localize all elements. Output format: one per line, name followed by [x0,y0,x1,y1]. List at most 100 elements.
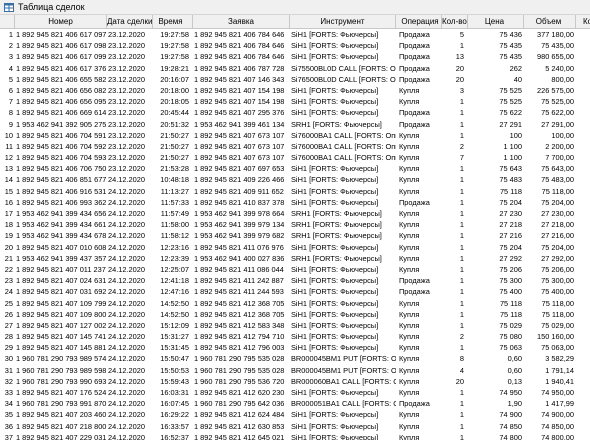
table-row[interactable]: 25 1 892 945 821 407 109 799 24.12.2020 14:… [0,298,590,309]
volume-cell: 75 118,00 [541,298,574,308]
trade-date-cell: 24.12.2020 [108,365,145,375]
table-row[interactable]: 13 1 892 945 821 406 706 750 23.12.2020 21:… [0,163,590,174]
trade-number-cell: 1 892 945 821 407 145 741 [16,332,107,342]
table-row[interactable]: 28 1 892 945 821 407 145 741 24.12.2020 15:… [0,331,590,342]
volume-cell: 74 900,00 [541,410,574,420]
order-number-cell: 1 953 462 941 399 979 682 [194,231,285,241]
trade-date-cell: 24.12.2020 [108,186,145,196]
trades-table-body: 11 892 945 821 406 617 097 23.12.2020 19:2… [0,29,590,440]
row-index: 27 [4,320,13,330]
column-header-quantity[interactable]: Кол-во [442,15,468,28]
table-row[interactable]: 21 892 945 821 406 617 098 23.12.2020 19:2… [0,40,590,51]
column-header-order[interactable]: Заявка [193,15,290,28]
table-row[interactable]: 15 1 892 945 821 406 916 531 24.12.2020 11:… [0,186,590,197]
column-header-index[interactable] [0,15,15,28]
trade-time-cell: 21:50:27 [160,130,189,140]
row-index: 24 [4,287,13,297]
table-row[interactable]: 32 1 960 781 290 793 990 693 24.12.2020 15:… [0,376,590,387]
table-row[interactable]: 71 892 945 821 406 656 095 23.12.2020 20:1… [0,96,590,107]
instrument-cell: SiH1 [FORTS: Фьючерсы] [291,309,379,319]
instrument-cell: SiH1 [FORTS: Фьючерсы] [291,41,379,51]
order-number-cell: 1 953 462 941 400 027 836 [194,253,285,263]
quantity-cell: 20 [455,376,464,386]
table-row[interactable]: 30 1 960 781 290 793 989 574 24.12.2020 15:… [0,353,590,364]
column-header-time[interactable]: Время [153,15,193,28]
table-row[interactable]: 31 1 960 781 290 793 989 598 24.12.2020 15:… [0,365,590,376]
trade-time-cell: 19:28:21 [160,63,189,73]
table-row[interactable]: 41 892 945 821 406 617 376 23.12.2020 19:2… [0,63,590,74]
column-header-operation[interactable]: Операция [396,15,442,28]
table-row[interactable]: 12 1 892 945 821 406 704 593 23.12.2020 21:… [0,152,590,163]
order-number-cell: 1 892 945 821 406 787 728 [194,63,285,73]
price-cell: 27 216 [499,231,522,241]
volume-cell: 5 240,00 [545,63,574,73]
table-row[interactable]: 24 1 892 945 821 407 031 692 24.12.2020 12:… [0,286,590,297]
price-cell: 75 118 [499,186,522,196]
table-row[interactable]: 18 1 953 462 941 399 434 661 24.12.2020 11:… [0,219,590,230]
trade-time-cell: 15:31:27 [160,332,189,342]
trade-time-cell: 10:48:18 [160,175,189,185]
table-row[interactable]: 19 1 953 462 941 399 434 678 24.12.2020 11:… [0,230,590,241]
table-row[interactable]: 26 1 892 945 821 407 109 800 24.12.2020 14:… [0,309,590,320]
trade-time-cell: 19:27:58 [160,41,189,51]
trade-time-cell: 11:13:27 [160,186,189,196]
quantity-cell: 1 [459,164,464,174]
table-row[interactable]: 21 1 953 462 941 399 437 357 24.12.2020 12:… [0,253,590,264]
operation-cell: Купля [399,209,420,218]
quantity-cell: 1 [459,231,464,241]
table-row[interactable]: 35 1 892 945 821 407 203 460 24.12.2020 16:… [0,409,590,420]
instrument-cell: SiH1 [FORTS: Фьючерсы] [291,287,379,297]
trade-date-cell: 24.12.2020 [108,421,145,431]
order-number-cell: 1 892 945 821 411 242 887 [194,276,284,286]
table-row[interactable]: 31 892 945 821 406 617 099 23.12.2020 19:2… [0,51,590,62]
price-cell: 1,90 [507,399,522,409]
quantity-cell: 1 [459,108,464,118]
table-row[interactable]: 11 1 892 945 821 406 704 592 23.12.2020 21:… [0,141,590,152]
trade-time-cell: 15:12:09 [160,320,189,330]
row-index: 16 [4,197,13,207]
column-header-date[interactable]: Дата сделки [107,15,153,28]
table-row[interactable]: 61 892 945 821 406 656 082 23.12.2020 20:1… [0,85,590,96]
table-row[interactable]: 23 1 892 945 821 407 024 631 24.12.2020 12:… [0,275,590,286]
operation-cell: Купля [399,164,420,174]
table-row[interactable]: 34 1 960 781 290 793 991 870 24.12.2020 16:… [0,398,590,409]
column-header-ko[interactable]: Ко [576,15,590,28]
column-header-price[interactable]: Цена [468,15,524,28]
trade-number-cell: 1 892 945 821 406 617 376 [16,63,107,73]
column-header-volume[interactable]: Объем [524,15,576,28]
column-header-number[interactable]: Номер [15,15,107,28]
table-row[interactable]: 17 1 953 462 941 399 434 656 24.12.2020 11:… [0,208,590,219]
table-row[interactable]: 51 892 945 821 406 655 582 23.12.2020 20:1… [0,74,590,85]
price-cell: 262 [509,63,522,73]
row-index: 20 [4,242,13,252]
trade-date-cell: 24.12.2020 [108,320,145,330]
table-row[interactable]: 91 953 462 941 392 905 275 23.12.2020 20:5… [0,119,590,130]
trade-number-cell: 1 892 945 821 406 656 095 [16,97,107,107]
operation-cell: Купля [399,186,420,196]
table-row[interactable]: 11 892 945 821 406 617 097 23.12.2020 19:2… [0,29,590,40]
column-header-instrument[interactable]: Инструмент [290,15,396,28]
table-row[interactable]: 27 1 892 945 821 407 127 002 24.12.2020 15:… [0,320,590,331]
trade-number-cell: 1 892 945 821 407 203 460 [16,410,107,420]
table-row[interactable]: 81 892 945 821 406 669 614 23.12.2020 20:4… [0,107,590,118]
instrument-cell: SiH1 [FORTS: Фьючерсы] [291,30,379,39]
volume-cell: 27 216,00 [541,231,574,241]
table-row[interactable]: 14 1 892 945 821 406 851 677 24.12.2020 10:… [0,174,590,185]
table-row[interactable]: 20 1 892 945 821 407 010 608 24.12.2020 12:… [0,242,590,253]
table-row[interactable]: 10 1 892 945 821 406 704 591 23.12.2020 21:… [0,130,590,141]
table-row[interactable]: 22 1 892 945 821 407 011 237 24.12.2020 12:… [0,264,590,275]
order-number-cell: 1 892 945 821 412 583 348 [194,320,285,330]
price-cell: 27 218 [499,220,522,230]
table-row[interactable]: 36 1 892 945 821 407 218 800 24.12.2020 16:… [0,421,590,432]
table-row[interactable]: 33 1 892 945 821 407 176 524 24.12.2020 16:… [0,387,590,398]
window-titlebar[interactable]: Таблица сделок [0,0,590,15]
table-row[interactable]: 29 1 892 945 821 407 145 881 24.12.2020 15:… [0,342,590,353]
table-row[interactable]: 37 1 892 945 821 407 229 031 24.12.2020 16:… [0,432,590,440]
table-row[interactable]: 16 1 892 945 821 406 993 362 24.12.2020 11:… [0,197,590,208]
price-cell: 75 400 [499,287,522,297]
instrument-cell: SiH1 [FORTS: Фьючерсы] [291,108,379,118]
trade-date-cell: 24.12.2020 [108,242,145,252]
operation-cell: Купля [399,130,420,140]
operation-cell: Купля [399,153,420,163]
trade-number-cell: 1 960 781 290 793 989 574 [16,354,107,364]
